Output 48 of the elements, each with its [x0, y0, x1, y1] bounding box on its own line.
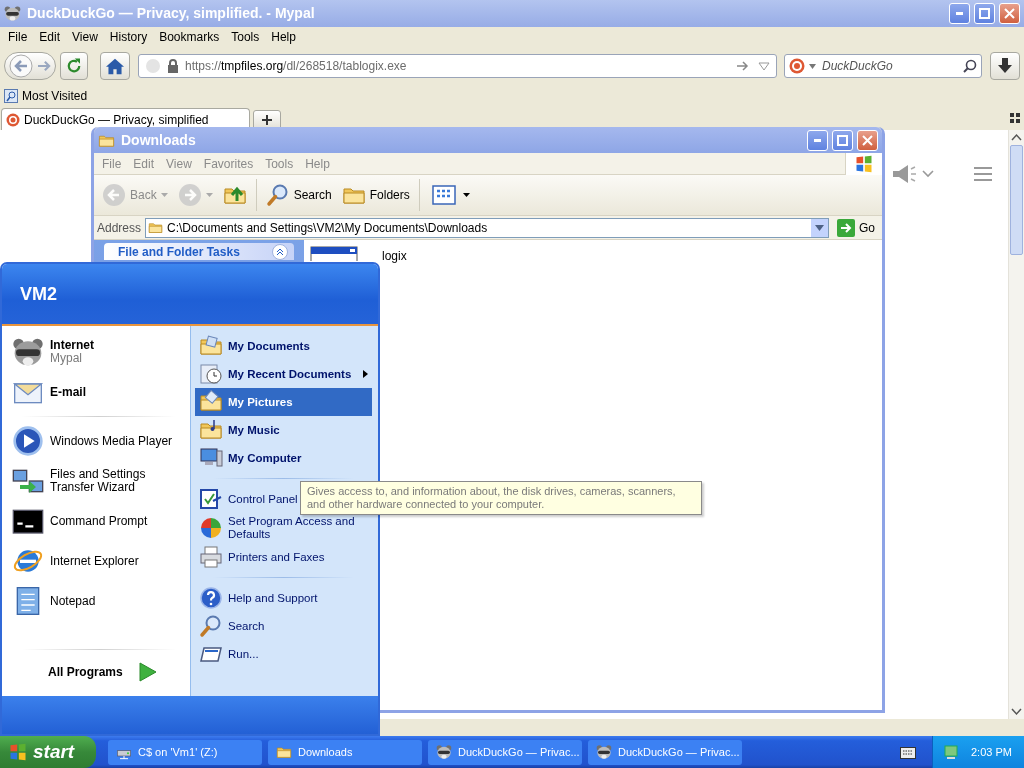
menu-item[interactable]: Bookmarks: [153, 28, 226, 46]
tooltip: Gives access to, and information about, the disk drives, cameras, scanners, and other hardware connected to your computer.: [300, 481, 702, 515]
menu-item[interactable]: My Computer: [195, 444, 372, 472]
go-button[interactable]: Go: [833, 216, 879, 239]
taskbar-button[interactable]: DuckDuckGo — Privac...: [588, 739, 742, 765]
all-programs-button[interactable]: All Programs: [32, 663, 123, 681]
window-title: DuckDuckGo — Privacy, simplified. - Mypal: [27, 4, 315, 23]
address-label: Address: [97, 219, 142, 237]
url-text: https://tmpfiles.org/dl/268518/tablogix.exe: [185, 58, 407, 75]
address-field[interactable]: C:\Documents and Settings\VM2\My Documents\Downloads: [145, 217, 829, 238]
program-item[interactable]: Internet Mypal: [8, 332, 190, 372]
search-button[interactable]: Search: [261, 181, 336, 209]
taskbar-button[interactable]: Downloads: [268, 739, 422, 765]
taskbar-button[interactable]: C$ on 'Vm1' (Z:): [108, 739, 262, 765]
menu-item[interactable]: Search: [195, 612, 372, 640]
menu-item[interactable]: Printers and Faxes: [195, 543, 372, 571]
menu-item[interactable]: History: [103, 28, 154, 46]
menu-item[interactable]: Run...: [195, 640, 372, 668]
menu-item[interactable]: My Music: [195, 416, 372, 444]
menu-item[interactable]: Help: [265, 28, 302, 46]
clock: 2:03 PM: [971, 744, 1012, 760]
menu-item[interactable]: Tools: [225, 28, 266, 46]
menu-item[interactable]: Edit: [33, 28, 67, 46]
panel-heading: File and Folder Tasks: [118, 243, 240, 261]
menu-item[interactable]: Set Program Access and Defaults: [195, 513, 372, 543]
folders-button[interactable]: Folders: [337, 181, 414, 209]
program-item[interactable]: E-mail: [8, 372, 190, 412]
menu-item[interactable]: Help and Support: [195, 584, 372, 612]
program-item[interactable]: Internet Explorer: [8, 541, 190, 581]
taskbar-button[interactable]: DuckDuckGo — Privac...: [428, 739, 582, 765]
address-field[interactable]: https://tmpfiles.org/dl/268518/tablogix.exe: [138, 54, 777, 78]
menu-item[interactable]: My Pictures: [195, 388, 372, 416]
program-item[interactable]: Windows Media Player: [8, 421, 190, 461]
program-item[interactable]: Notepad: [8, 581, 190, 621]
program-item[interactable]: Files and Settings Transfer Wizard: [8, 461, 190, 501]
menu-item[interactable]: File: [2, 28, 34, 46]
start-button[interactable]: start: [0, 736, 96, 768]
bookmark-link[interactable]: Most Visited: [22, 87, 88, 105]
search-field[interactable]: DuckDuckGo: [820, 56, 959, 76]
menu-item[interactable]: View: [66, 28, 104, 46]
menu-item[interactable]: My Recent Documents: [195, 360, 372, 388]
user-name: VM2: [20, 282, 57, 306]
browser-tab[interactable]: DuckDuckGo — Privacy, simplified: [1, 108, 250, 130]
menu-item[interactable]: My Documents: [195, 332, 372, 360]
window-title: Downloads: [121, 130, 196, 150]
file-name[interactable]: logix: [382, 247, 407, 265]
search-box[interactable]: DuckDuckGo: [784, 54, 982, 78]
program-item[interactable]: Command Prompt: [8, 501, 190, 541]
